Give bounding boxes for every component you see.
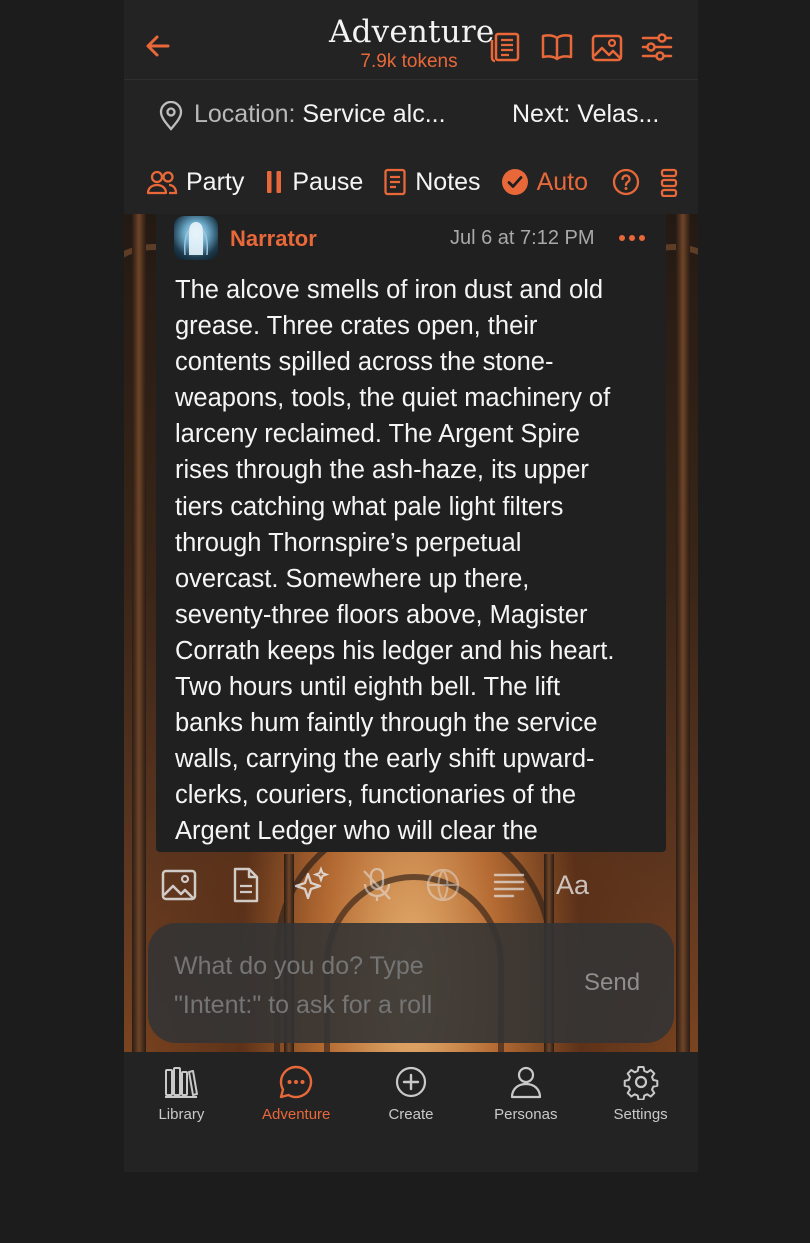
gear-icon — [623, 1066, 658, 1100]
pause-icon — [267, 171, 282, 193]
message-line: weapons, tools, the quiet machinery of — [175, 384, 611, 413]
font-size-button[interactable]: Aa — [556, 870, 589, 901]
message-line: Corrath keeps his ledger and his heart. — [175, 636, 615, 665]
message-line: banks hum faintly through the service — [175, 709, 598, 738]
nav-settings-label: Settings — [613, 1106, 668, 1123]
message-line: seventy-three floors above, Magister — [175, 600, 588, 629]
header-actions — [490, 30, 674, 64]
message-line: Two hours until eighth bell. The lift — [175, 673, 561, 702]
message-line: grease. Three crates open, their — [175, 312, 538, 341]
book-icon[interactable] — [540, 30, 574, 64]
location-label: Location: — [194, 100, 296, 128]
person-icon — [510, 1066, 541, 1099]
help-icon[interactable] — [612, 168, 640, 196]
message-line: clerks, couriers, functionaries of the — [175, 781, 577, 810]
composer-tools: Aa — [160, 866, 589, 904]
image-icon[interactable] — [590, 30, 624, 64]
message-line: The alcove smells of iron dust and old — [175, 276, 604, 304]
globe-icon[interactable] — [424, 866, 462, 904]
check-circle-icon — [501, 169, 528, 195]
message-line: tiers catching what pale light filters — [175, 492, 564, 521]
document-icon[interactable] — [226, 866, 264, 904]
nav-library-label: Library — [158, 1106, 205, 1123]
location-pin-icon — [159, 101, 183, 131]
back-arrow-icon[interactable] — [142, 30, 174, 62]
message-line: walls, carrying the early shift upward- — [175, 745, 595, 774]
nav-settings[interactable]: Settings — [583, 1052, 698, 1172]
message-line: overcast. Somewhere up there, — [175, 564, 530, 593]
ghost-figure-icon — [184, 222, 208, 256]
narrator-avatar[interactable] — [174, 216, 218, 260]
token-count: 7.9k tokens — [360, 51, 458, 72]
send-button[interactable]: Send — [584, 969, 640, 997]
adventure-toolbar: Party Pause Notes Auto — [124, 150, 698, 214]
message-body: The alcove smells of iron dust and old g… — [175, 272, 655, 850]
current-location[interactable]: Location: Service alc... — [194, 100, 446, 129]
sliders-icon[interactable] — [640, 30, 674, 64]
message-line: rises through the ash-haze, its upper — [175, 456, 589, 485]
party-button[interactable]: Party — [146, 168, 244, 197]
list-icon[interactable] — [660, 167, 688, 197]
page-title: Adventure — [329, 14, 495, 50]
nav-personas-label: Personas — [494, 1106, 558, 1123]
location-bar[interactable]: Location: Service alc... Next: Velas... — [124, 80, 698, 150]
message-line: contents spilled across the stone- — [175, 348, 554, 377]
message-composer: Send — [148, 923, 674, 1043]
location-value: Service alc... — [302, 100, 446, 128]
narrator-message: Narrator Jul 6 at 7:12 PM The alcove sme… — [156, 214, 666, 852]
nav-personas[interactable]: Personas — [468, 1052, 583, 1172]
app-header: Adventure 7.9k tokens — [124, 0, 698, 80]
notes-button[interactable]: Notes — [383, 167, 481, 197]
plus-circle-icon — [395, 1066, 427, 1098]
message-line: larceny reclaimed. The Argent Spire — [175, 420, 580, 449]
nav-adventure[interactable]: Adventure — [239, 1052, 354, 1172]
action-input[interactable] — [174, 947, 534, 1025]
newspaper-icon[interactable] — [490, 30, 524, 64]
library-icon — [165, 1067, 199, 1098]
phone-screen: Adventure 7.9k tokens Location: Service … — [124, 0, 698, 1172]
text-align-icon[interactable] — [490, 866, 528, 904]
party-label: Party — [186, 167, 245, 196]
party-icon — [146, 170, 178, 195]
bottom-nav: Library Adventure Create Personas Settin… — [124, 1052, 698, 1172]
message-line: through Thornspire’s perpetual — [175, 528, 522, 557]
notes-icon — [384, 168, 406, 196]
message-line: Argent Ledger who will clear the — [175, 817, 538, 846]
nav-library[interactable]: Library — [124, 1052, 239, 1172]
pause-label: Pause — [292, 167, 364, 196]
title-block: Adventure 7.9k tokens — [329, 14, 495, 73]
nav-create[interactable]: Create — [354, 1052, 469, 1172]
chat-bubble-icon — [279, 1065, 313, 1099]
auto-label: Auto — [536, 167, 588, 196]
sparkles-icon[interactable] — [292, 866, 330, 904]
next-destination[interactable]: Next: Velas... — [512, 100, 659, 129]
more-options-icon[interactable] — [618, 234, 646, 242]
notes-label: Notes — [415, 167, 481, 196]
auto-toggle[interactable]: Auto — [501, 168, 588, 197]
message-timestamp: Jul 6 at 7:12 PM — [450, 227, 595, 249]
nav-adventure-label: Adventure — [262, 1106, 331, 1123]
pause-button[interactable]: Pause — [264, 168, 363, 197]
message-author[interactable]: Narrator — [230, 226, 317, 252]
image-attach-icon[interactable] — [160, 866, 198, 904]
nav-create-label: Create — [388, 1106, 434, 1123]
microphone-icon[interactable] — [358, 866, 396, 904]
